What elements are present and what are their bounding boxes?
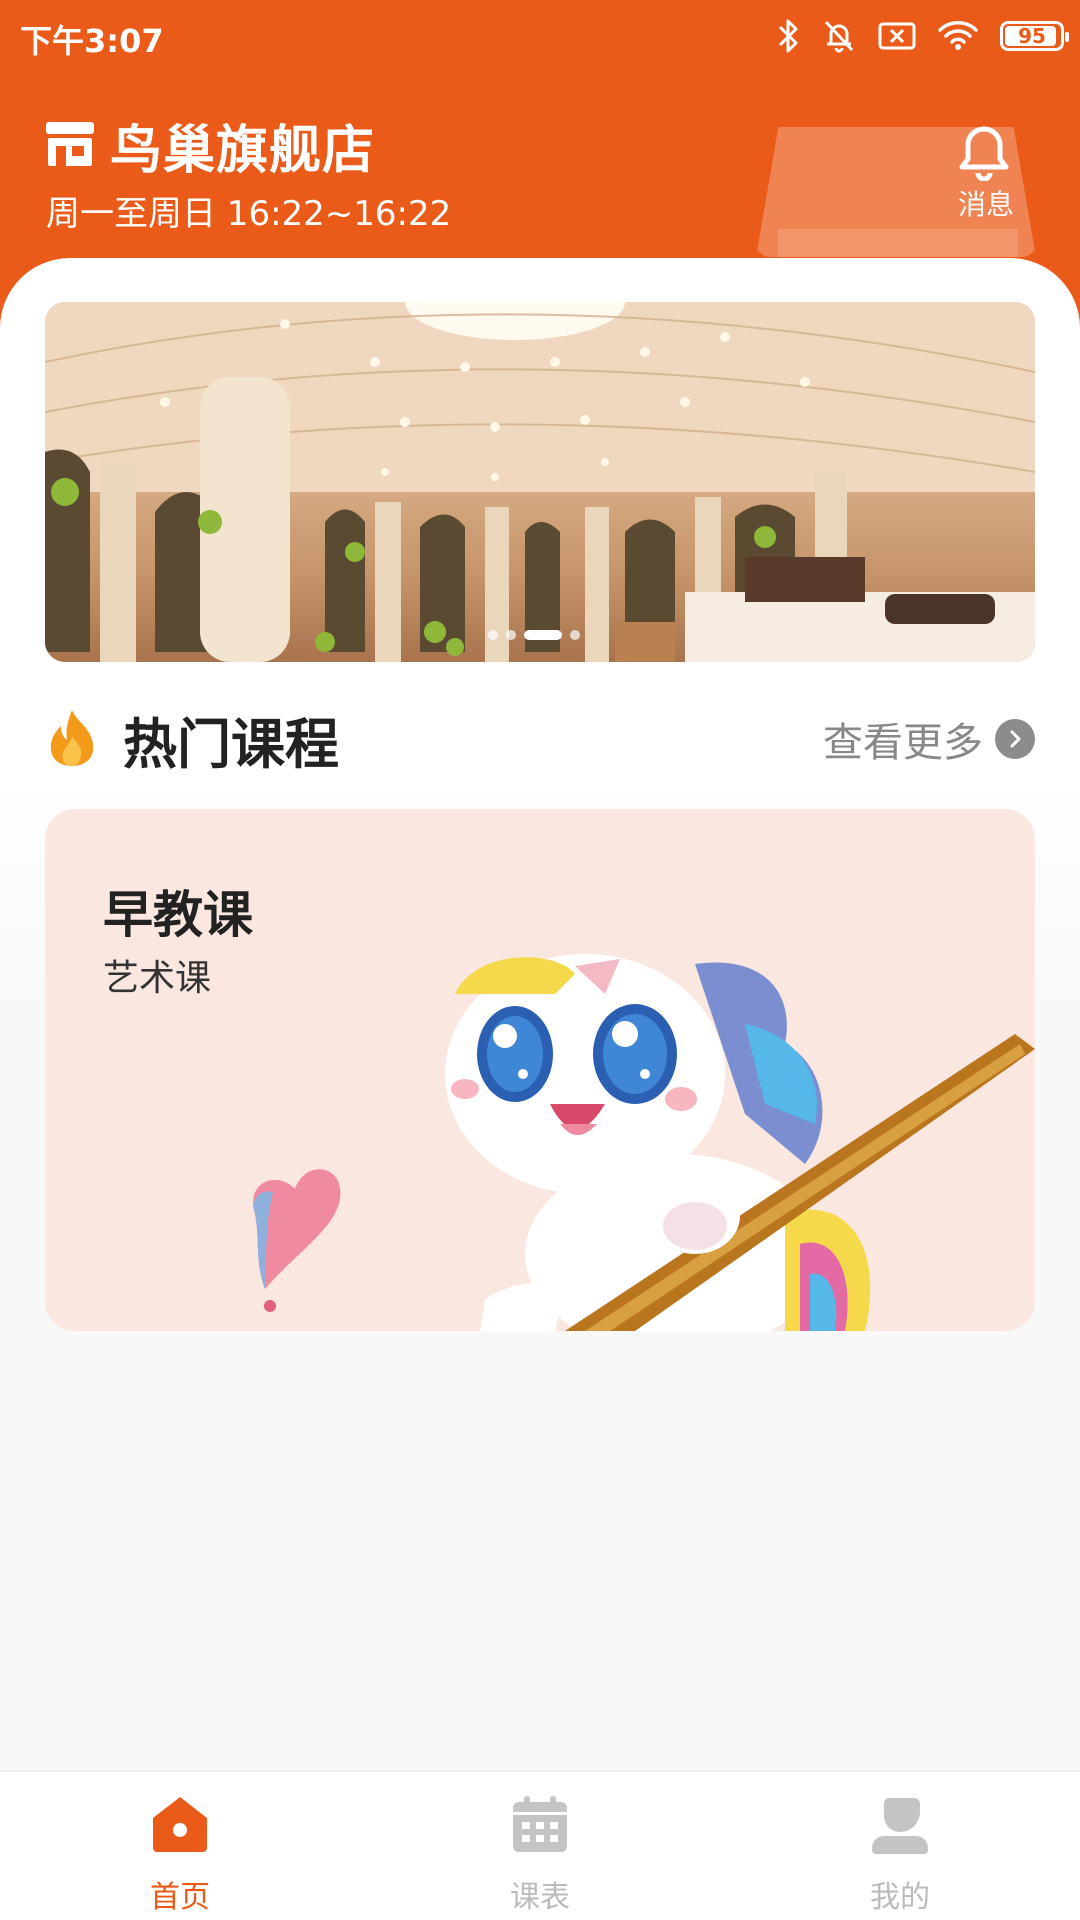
nav-item-home[interactable]: 首页 xyxy=(80,1772,280,1920)
bell-icon xyxy=(956,123,1012,185)
home-icon xyxy=(150,1794,210,1858)
wifi-icon xyxy=(938,20,978,52)
nav-label-schedule: 课表 xyxy=(510,1880,570,1915)
mute-bell-icon xyxy=(822,18,856,54)
view-more-link[interactable]: 查看更多 xyxy=(823,710,1035,768)
banner-image xyxy=(45,302,1035,662)
carousel-dot[interactable] xyxy=(488,630,498,640)
store-name: 鸟巢旗舰店 xyxy=(110,121,376,181)
message-label: 消息 xyxy=(958,188,1015,221)
nav-label-profile: 我的 xyxy=(870,1880,930,1915)
bottom-nav: 首页 课表 我的 xyxy=(0,1770,1080,1920)
fire-icon xyxy=(45,708,99,770)
carousel-indicator xyxy=(488,630,580,640)
section-title: 热门课程 xyxy=(123,713,339,776)
status-bar: 下午3:07 95 xyxy=(0,0,1080,72)
course-title: 早教课 xyxy=(103,886,253,944)
hot-courses-header: 热门课程 查看更多 xyxy=(45,700,1035,776)
nav-item-profile[interactable]: 我的 xyxy=(800,1772,1000,1920)
carousel-dot-active[interactable] xyxy=(524,630,562,640)
calendar-icon xyxy=(510,1794,570,1858)
view-more-label: 查看更多 xyxy=(823,720,983,766)
unicorn-illustration xyxy=(253,954,1035,1331)
carousel-dot[interactable] xyxy=(506,630,516,640)
bluetooth-icon xyxy=(776,18,800,54)
chevron-right-icon xyxy=(995,719,1035,759)
user-icon xyxy=(870,1794,930,1860)
store-icon xyxy=(44,120,96,172)
store-hours: 周一至周日 16:22~16:22 xyxy=(46,194,452,234)
battery-percent: 95 xyxy=(1018,24,1046,48)
battery-icon: 95 xyxy=(1000,21,1069,51)
carousel-dot[interactable] xyxy=(570,630,580,640)
nav-label-home: 首页 xyxy=(150,1880,210,1915)
store-title-row[interactable]: 鸟巢旗舰店 xyxy=(44,108,375,183)
nav-item-schedule[interactable]: 课表 xyxy=(440,1772,640,1920)
message-button[interactable]: 消息 xyxy=(756,126,1036,257)
course-card[interactable]: 早教课 艺术课 xyxy=(45,809,1035,1331)
status-icons: 95 xyxy=(776,14,1069,58)
course-subtitle: 艺术课 xyxy=(103,958,212,999)
message-tab-base xyxy=(778,229,1018,257)
no-sim-icon xyxy=(878,21,916,51)
status-time: 下午3:07 xyxy=(20,22,164,60)
banner-carousel[interactable] xyxy=(45,302,1035,662)
